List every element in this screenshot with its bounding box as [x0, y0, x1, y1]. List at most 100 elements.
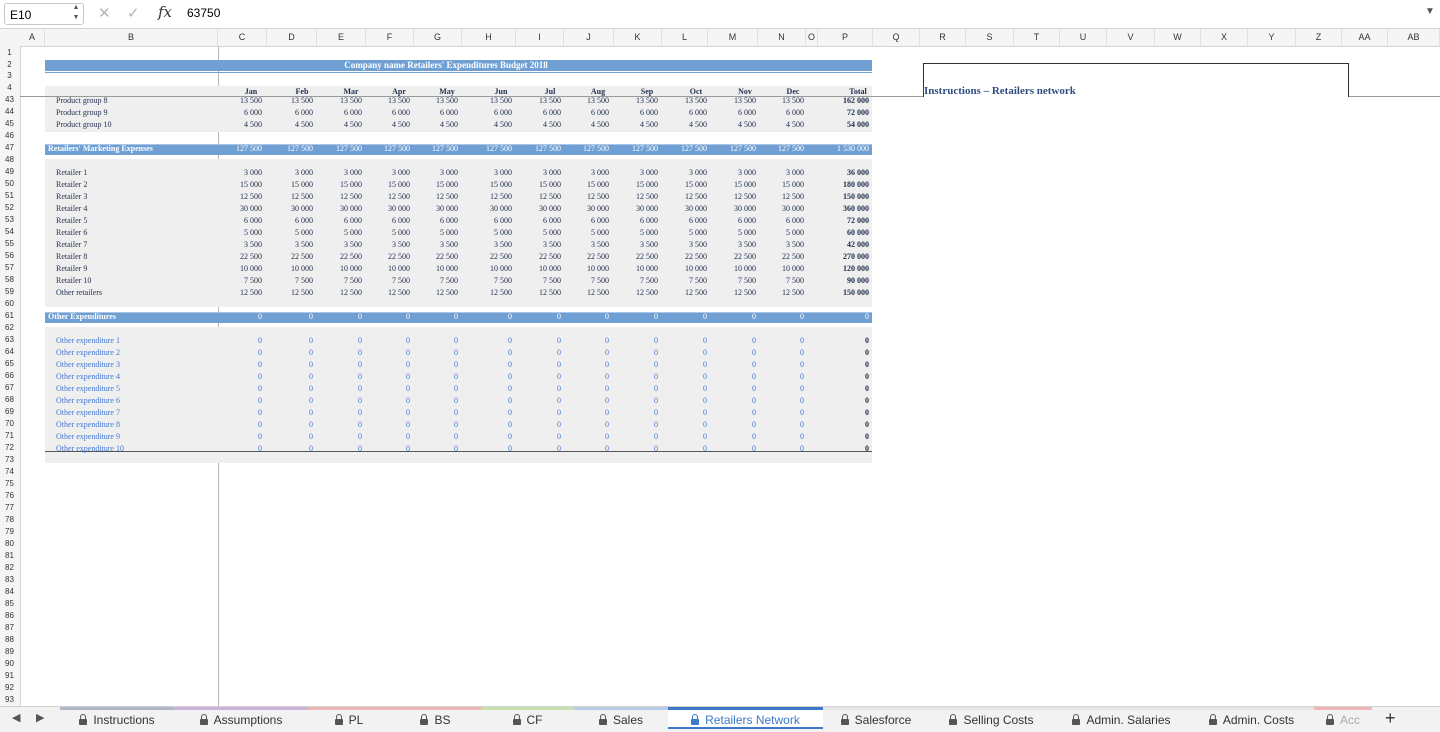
row-value[interactable]: 6 000 — [273, 215, 313, 227]
row-value[interactable]: 0 — [273, 443, 313, 455]
row-value[interactable]: 15 000 — [370, 179, 410, 191]
row-value[interactable]: 0 — [322, 371, 362, 383]
row-number[interactable]: 84 — [0, 586, 19, 598]
row-value[interactable]: 6 000 — [322, 107, 362, 119]
row-value[interactable]: 12 500 — [222, 191, 262, 203]
row-value[interactable]: 3 000 — [667, 167, 707, 179]
row-value[interactable]: 7 500 — [472, 275, 512, 287]
row-number[interactable]: 49 — [0, 166, 19, 178]
row-number[interactable]: 87 — [0, 622, 19, 634]
marketing-band-value[interactable]: 127 500 — [370, 144, 410, 154]
row-number[interactable]: 1 — [0, 47, 19, 59]
row-value[interactable]: 0 — [667, 371, 707, 383]
name-box-stepper-icon[interactable]: ▲ ▼ — [70, 3, 82, 25]
row-value[interactable]: 3 000 — [472, 167, 512, 179]
row-number[interactable]: 91 — [0, 670, 19, 682]
row-number[interactable]: 73 — [0, 454, 19, 466]
row-number[interactable]: 2 — [0, 59, 19, 71]
row-value[interactable]: 6 000 — [370, 107, 410, 119]
row-value[interactable]: 12 500 — [764, 191, 804, 203]
row-total[interactable]: 72 000 — [829, 107, 869, 119]
row-number[interactable]: 70 — [0, 418, 19, 430]
row-value[interactable]: 10 000 — [472, 263, 512, 275]
row-total[interactable]: 0 — [829, 371, 869, 383]
row-value[interactable]: 12 500 — [521, 191, 561, 203]
other-band-value[interactable]: 0 — [667, 312, 707, 322]
sheet-tab-admin-costs[interactable]: Admin. Costs — [1189, 707, 1314, 729]
row-value[interactable]: 0 — [618, 383, 658, 395]
row-total[interactable]: 360 000 — [829, 203, 869, 215]
row-number[interactable]: 78 — [0, 514, 19, 526]
other-band-value[interactable]: 0 — [521, 312, 561, 322]
row-value[interactable]: 10 000 — [222, 263, 262, 275]
row-value[interactable]: 12 500 — [716, 191, 756, 203]
row-value[interactable]: 3 500 — [370, 239, 410, 251]
row-value[interactable]: 12 500 — [472, 287, 512, 299]
column-header-t[interactable]: T — [1014, 29, 1060, 46]
row-value[interactable]: 0 — [569, 443, 609, 455]
row-value[interactable]: 0 — [418, 407, 458, 419]
row-value[interactable]: 10 000 — [716, 263, 756, 275]
row-number[interactable]: 67 — [0, 382, 19, 394]
row-value[interactable]: 22 500 — [521, 251, 561, 263]
scroll-right-icon[interactable]: ▶ — [36, 711, 44, 724]
row-value[interactable]: 10 000 — [418, 263, 458, 275]
row-value[interactable]: 12 500 — [569, 287, 609, 299]
sheet-tab-selling-costs[interactable]: Selling Costs — [929, 707, 1054, 729]
row-number[interactable]: 63 — [0, 334, 19, 346]
row-value[interactable]: 3 500 — [618, 239, 658, 251]
row-value[interactable]: 10 000 — [764, 263, 804, 275]
row-total[interactable]: 90 000 — [829, 275, 869, 287]
row-value[interactable]: 30 000 — [667, 203, 707, 215]
row-number[interactable]: 88 — [0, 634, 19, 646]
row-value[interactable]: 22 500 — [273, 251, 313, 263]
row-total[interactable]: 0 — [829, 419, 869, 431]
column-header-n[interactable]: N — [758, 29, 806, 46]
row-value[interactable]: 0 — [618, 395, 658, 407]
row-value[interactable]: 6 000 — [667, 107, 707, 119]
column-header-a[interactable]: A — [20, 29, 45, 46]
row-value[interactable]: 30 000 — [322, 203, 362, 215]
marketing-band-value[interactable]: 127 500 — [322, 144, 362, 154]
row-value[interactable]: 0 — [322, 407, 362, 419]
row-number[interactable]: 47 — [0, 142, 19, 154]
row-value[interactable]: 0 — [618, 443, 658, 455]
row-value[interactable]: 12 500 — [569, 191, 609, 203]
row-value[interactable]: 0 — [569, 359, 609, 371]
row-value[interactable]: 0 — [764, 407, 804, 419]
row-number[interactable]: 50 — [0, 178, 19, 190]
row-value[interactable]: 4 500 — [273, 119, 313, 131]
row-value[interactable]: 12 500 — [618, 191, 658, 203]
column-header-r[interactable]: R — [920, 29, 966, 46]
row-value[interactable]: 0 — [370, 347, 410, 359]
row-value[interactable]: 0 — [418, 443, 458, 455]
row-value[interactable]: 0 — [716, 359, 756, 371]
row-value[interactable]: 13 500 — [418, 95, 458, 107]
column-header-f[interactable]: F — [366, 29, 414, 46]
row-value[interactable]: 0 — [370, 419, 410, 431]
other-band-value[interactable]: 0 — [569, 312, 609, 322]
row-value[interactable]: 0 — [764, 431, 804, 443]
row-value[interactable]: 0 — [521, 371, 561, 383]
row-value[interactable]: 30 000 — [618, 203, 658, 215]
row-value[interactable]: 3 000 — [569, 167, 609, 179]
other-band-value[interactable]: 0 — [829, 312, 869, 322]
row-total[interactable]: 42 000 — [829, 239, 869, 251]
marketing-band-value[interactable]: 127 500 — [222, 144, 262, 154]
row-value[interactable]: 0 — [618, 431, 658, 443]
row-value[interactable]: 0 — [667, 383, 707, 395]
row-value[interactable]: 6 000 — [716, 215, 756, 227]
row-value[interactable]: 0 — [322, 395, 362, 407]
other-band-value[interactable]: 0 — [418, 312, 458, 322]
row-value[interactable]: 0 — [667, 335, 707, 347]
column-header-y[interactable]: Y — [1248, 29, 1296, 46]
row-value[interactable]: 10 000 — [322, 263, 362, 275]
row-value[interactable]: 12 500 — [716, 287, 756, 299]
row-value[interactable]: 4 500 — [667, 119, 707, 131]
row-value[interactable]: 6 000 — [222, 107, 262, 119]
row-value[interactable]: 10 000 — [370, 263, 410, 275]
row-number[interactable]: 79 — [0, 526, 19, 538]
sheet-tab-assumptions[interactable]: Assumptions — [174, 707, 308, 729]
row-number[interactable]: 68 — [0, 394, 19, 406]
row-value[interactable]: 6 000 — [764, 215, 804, 227]
